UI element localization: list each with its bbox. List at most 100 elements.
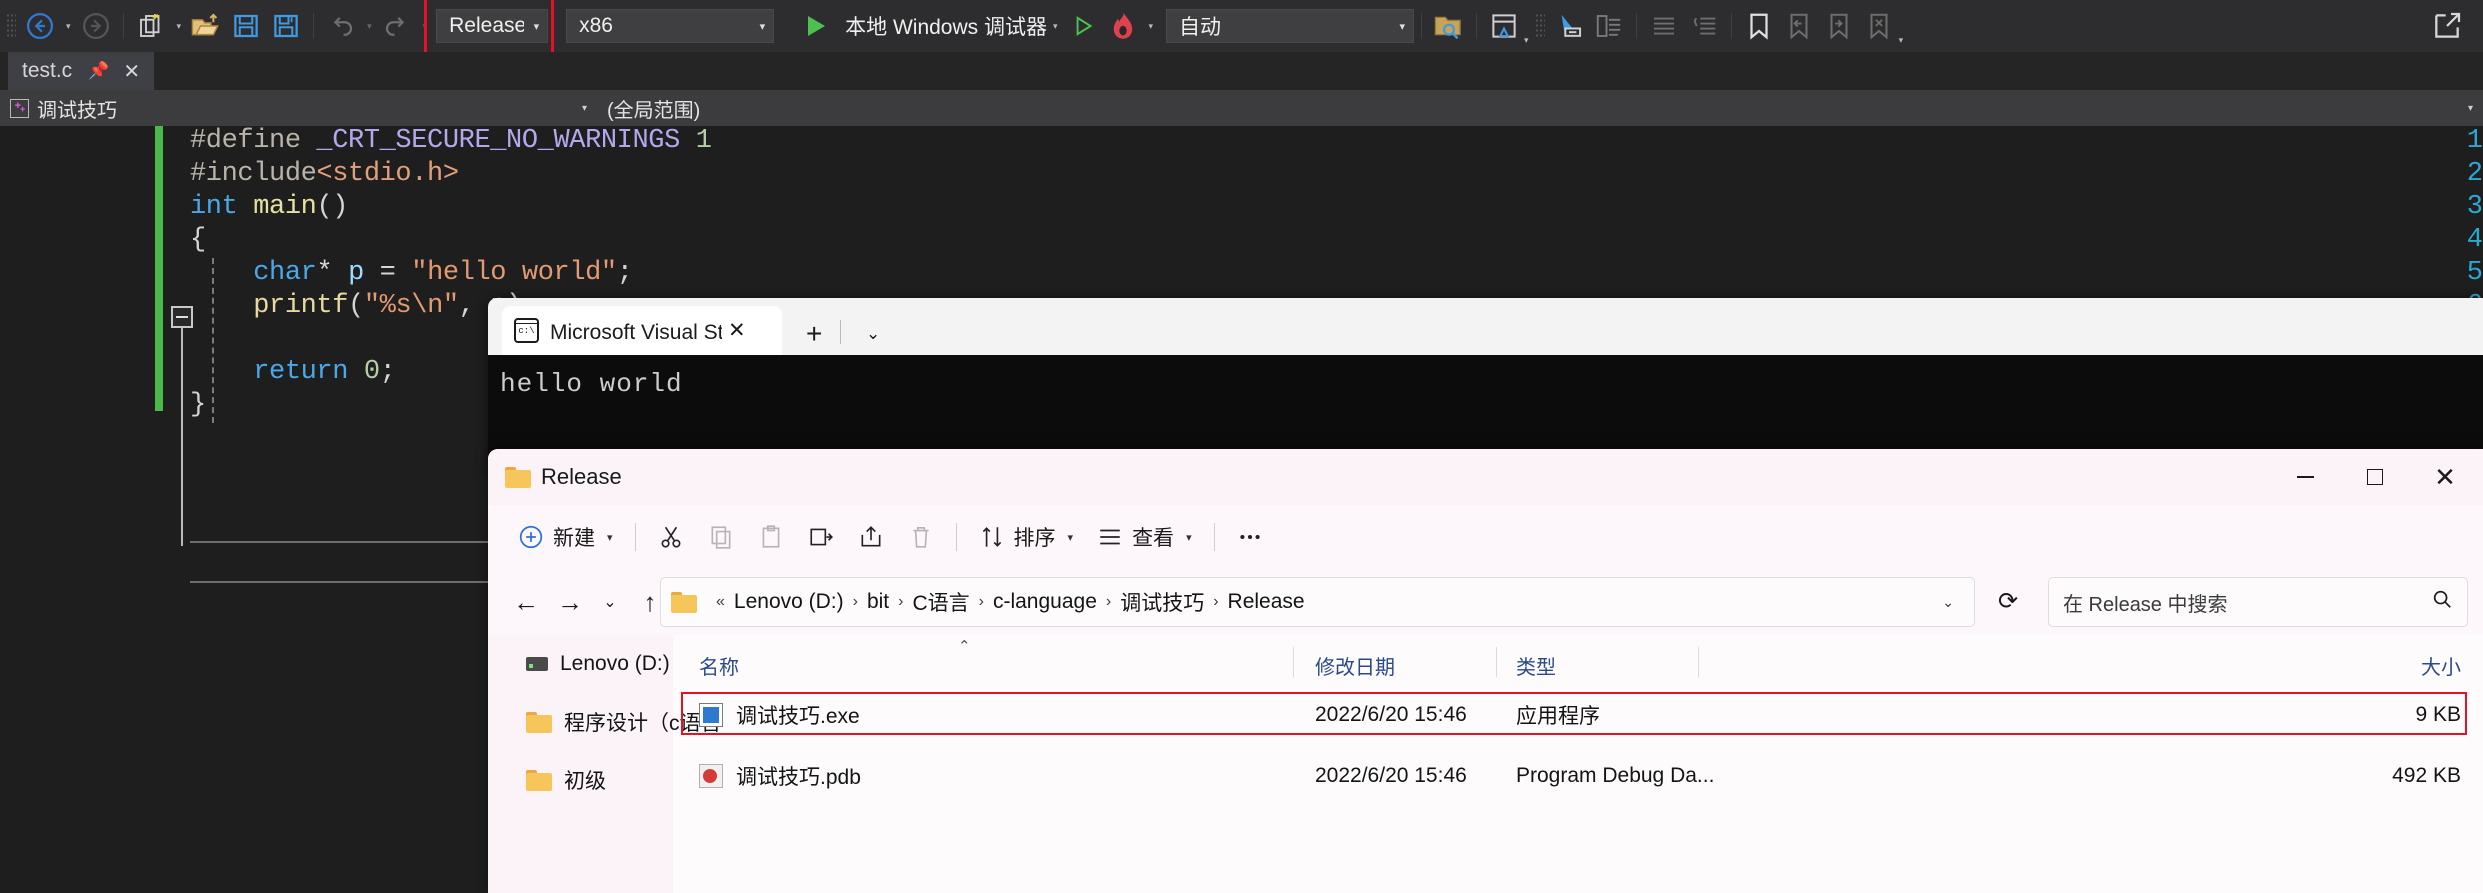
toolbar-grip[interactable] xyxy=(6,13,16,39)
clear-bookmarks-button[interactable] xyxy=(1859,8,1899,44)
delete-button[interactable] xyxy=(896,515,946,559)
line-number: 2 xyxy=(2425,159,2483,189)
console-tab[interactable]: c:\ Microsoft Visual Studio 调试控 ✕ xyxy=(502,306,782,355)
solution-configuration-dropdown[interactable]: Release ▾ xyxy=(436,9,548,43)
column-header-date[interactable]: 修改日期 xyxy=(1315,651,1395,680)
chevron-down-icon[interactable]: ⌄ xyxy=(1932,594,1964,611)
open-file-button[interactable] xyxy=(186,8,226,44)
toolbar-separator xyxy=(1636,13,1637,39)
breadcrumb-overflow-icon[interactable]: « xyxy=(716,593,725,611)
redo-caret-icon[interactable]: ▾ xyxy=(418,8,433,44)
cut-button[interactable] xyxy=(646,515,696,559)
breadcrumb-item[interactable]: bit xyxy=(867,590,889,614)
new-button[interactable]: 新建 ▾ xyxy=(506,515,625,559)
undo-caret-icon[interactable]: ▾ xyxy=(362,8,377,44)
column-header-name[interactable]: 名称 xyxy=(699,651,739,680)
new-item-caret-icon[interactable]: ▾ xyxy=(172,8,187,44)
forward-arrow-icon xyxy=(81,11,111,41)
column-divider[interactable] xyxy=(1698,647,1699,677)
bookmark-button[interactable] xyxy=(1739,8,1779,44)
minimize-button[interactable] xyxy=(2270,449,2340,505)
file-explorer-window[interactable]: Release ✕ 新建 ▾ xyxy=(488,449,2483,893)
new-tab-icon[interactable]: + xyxy=(806,318,822,350)
search-placeholder: 在 Release 中搜索 xyxy=(2063,588,2228,617)
table-row[interactable]: 调试技巧.exe 2022/6/20 15:46 应用程序 9 KB xyxy=(673,690,2483,740)
pointer-select-button[interactable] xyxy=(1549,8,1589,44)
column-divider[interactable] xyxy=(1496,647,1497,677)
divider xyxy=(840,320,841,344)
visual-studio-toolbar: ▾ ▾ xyxy=(0,0,2483,52)
breadcrumb-item[interactable]: 调试技巧 xyxy=(1120,587,1204,617)
previous-bookmark-button[interactable] xyxy=(1779,8,1819,44)
breadcrumb-item[interactable]: C语言 xyxy=(912,587,969,617)
save-all-button[interactable] xyxy=(266,8,306,44)
undo-button[interactable] xyxy=(321,8,361,44)
breadcrumb-item[interactable]: Release xyxy=(1228,590,1305,614)
hot-reload-button[interactable] xyxy=(1103,8,1143,44)
bookmarks-caret-icon[interactable]: ▾ xyxy=(1899,35,1904,46)
share-button[interactable] xyxy=(846,515,896,559)
outdent-button[interactable] xyxy=(1684,8,1724,44)
automatic-dropdown[interactable]: 自动 ▾ xyxy=(1166,9,1414,43)
sort-button-label: 排序 xyxy=(1014,522,1056,552)
share-button[interactable] xyxy=(2427,8,2467,44)
column-header-size[interactable]: 大小 xyxy=(2421,651,2461,680)
chevron-down-icon: ▾ xyxy=(1068,531,1074,544)
hot-reload-caret-icon[interactable]: ▾ xyxy=(1144,8,1159,44)
table-row[interactable]: 调试技巧.pdb 2022/6/20 15:46 Program Debug D… xyxy=(673,751,2483,801)
sidebar-item-drive[interactable]: Lenovo (D:) xyxy=(488,635,673,693)
new-item-icon xyxy=(136,11,166,41)
address-bar[interactable]: « Lenovo (D:) › bit › C语言 › c-language ›… xyxy=(660,577,1975,627)
explorer-title-bar: Release ✕ xyxy=(488,449,2483,505)
recent-locations-button[interactable]: ⌄ xyxy=(592,580,628,624)
breadcrumb-separator-icon: › xyxy=(1106,593,1111,611)
tab-test-c[interactable]: test.c 📌 ✕ xyxy=(8,52,154,90)
close-icon[interactable]: ✕ xyxy=(123,59,140,84)
redo-button[interactable] xyxy=(377,8,417,44)
column-divider[interactable] xyxy=(1293,647,1294,677)
debugger-target-caret-icon[interactable]: ▾ xyxy=(1048,8,1063,44)
breadcrumb-item[interactable]: Lenovo (D:) xyxy=(734,590,844,614)
column-header-type[interactable]: 类型 xyxy=(1516,651,1556,680)
indent-button[interactable] xyxy=(1644,8,1684,44)
pin-icon[interactable]: 📌 xyxy=(88,61,109,81)
find-in-files-button[interactable] xyxy=(1429,8,1469,44)
maximize-button[interactable] xyxy=(2340,449,2410,505)
member-scope-dropdown[interactable]: (全局范围) ▾ xyxy=(597,90,2483,126)
file-list[interactable]: 名称 修改日期 类型 大小 ⌃ 调试技巧.exe 2022/6/20 15:46… xyxy=(673,635,2483,893)
rename-button[interactable] xyxy=(796,515,846,559)
start-debugging-button[interactable] xyxy=(796,8,836,44)
sidebar-item-folder-2[interactable]: 初级 xyxy=(488,751,673,809)
breadcrumb-item[interactable]: c-language xyxy=(993,590,1097,614)
compare-button[interactable] xyxy=(1589,8,1629,44)
start-without-debugging-button[interactable] xyxy=(1063,8,1103,44)
forward-button[interactable]: → xyxy=(548,580,592,624)
close-button[interactable]: ✕ xyxy=(2410,449,2480,505)
nav-back-caret-icon[interactable]: ▾ xyxy=(61,8,76,44)
window-layout-caret-icon[interactable]: ▾ xyxy=(1524,35,1529,46)
more-options-button[interactable] xyxy=(1225,515,1275,559)
sort-button[interactable]: 排序 ▾ xyxy=(967,515,1086,559)
view-button[interactable]: 查看 ▾ xyxy=(1085,515,1204,559)
next-bookmark-icon xyxy=(1825,11,1853,41)
next-bookmark-button[interactable] xyxy=(1819,8,1859,44)
new-item-button[interactable] xyxy=(131,8,171,44)
paste-button[interactable] xyxy=(746,515,796,559)
solution-platform-dropdown[interactable]: x86 ▾ xyxy=(566,9,774,43)
nav-back-button[interactable] xyxy=(20,8,60,44)
close-icon[interactable]: ✕ xyxy=(728,318,746,343)
sidebar-item-folder-1[interactable]: 程序设计（c语言 xyxy=(488,693,673,751)
project-scope-dropdown[interactable]: ++ 调试技巧 ▾ xyxy=(0,90,597,126)
copy-button[interactable] xyxy=(696,515,746,559)
chevron-down-icon[interactable]: ⌄ xyxy=(866,324,880,344)
window-layout-button[interactable] xyxy=(1484,8,1524,44)
explorer-title-text: Release xyxy=(541,464,622,490)
view-icon xyxy=(1097,524,1123,550)
toolbar-grip[interactable] xyxy=(1535,13,1545,39)
back-button[interactable]: ← xyxy=(504,580,548,624)
chevron-down-icon: ▾ xyxy=(760,20,766,33)
search-input[interactable]: 在 Release 中搜索 xyxy=(2048,577,2468,627)
nav-forward-button[interactable] xyxy=(76,8,116,44)
refresh-button[interactable]: ⟳ xyxy=(1998,587,2018,616)
save-button[interactable] xyxy=(226,8,266,44)
